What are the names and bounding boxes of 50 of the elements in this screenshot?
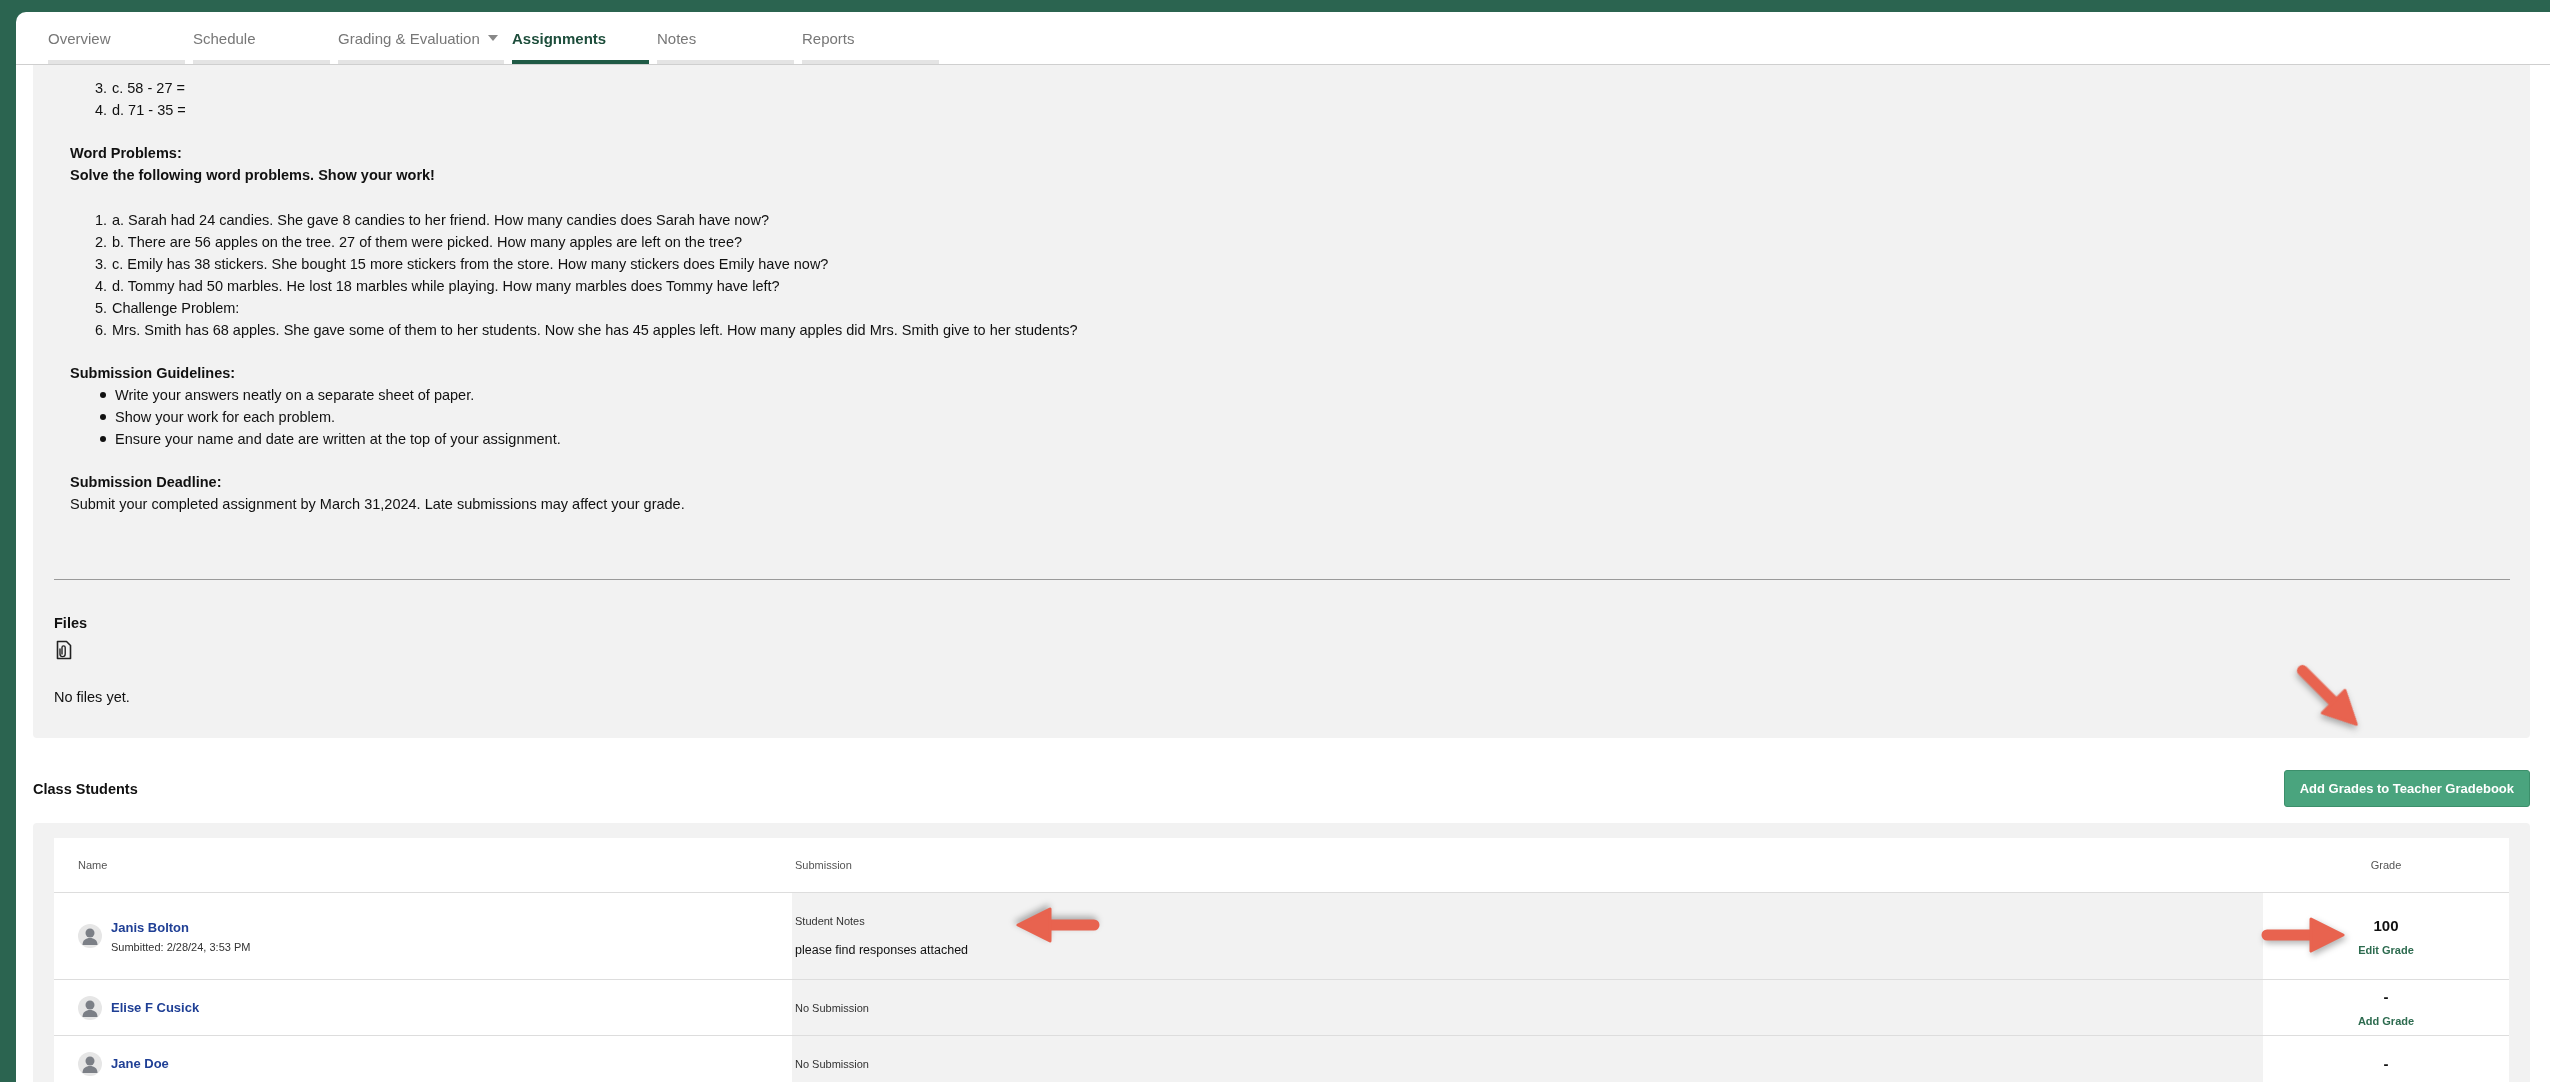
math-problem: c. 58 - 27 = bbox=[112, 79, 185, 98]
instruction-text: Solve the following word problems. Show your work! bbox=[70, 166, 436, 185]
word-problem: Challenge Problem: bbox=[112, 299, 240, 318]
grade-value: - bbox=[2383, 988, 2389, 1005]
word-problem: b. There are 56 apples on the tree. 27 of them were picked. How many apples are left on the tree? bbox=[112, 233, 743, 252]
notes-label: Student Notes bbox=[795, 915, 866, 927]
section-heading: Submission Deadline: bbox=[70, 473, 223, 492]
grade-link[interactable]: Add Grade bbox=[2357, 1015, 2415, 1027]
student-name-link[interactable]: Janis Bolton bbox=[111, 919, 251, 935]
bullet-icon bbox=[100, 414, 106, 420]
math-problem: d. 71 - 35 = bbox=[112, 101, 186, 120]
avatar-icon bbox=[78, 1051, 102, 1076]
word-problem: d. Tommy had 50 marbles. He lost 18 marbles while playing. How many marbles does Tommy have left? bbox=[112, 277, 780, 296]
grade-value: 100 bbox=[2373, 916, 2399, 934]
no-submission-text: No Submission bbox=[795, 1001, 870, 1014]
student-name-link[interactable]: Jane Doe bbox=[111, 1056, 169, 1071]
column-header: Name bbox=[78, 859, 108, 871]
files-heading: Files bbox=[54, 614, 89, 633]
submitted-date: Sumbitted: 2/28/24, 3:53 PM bbox=[111, 940, 251, 953]
column-header: Submission bbox=[795, 859, 852, 871]
section-heading: Submission Guidelines: bbox=[70, 364, 237, 383]
list-number: 3. bbox=[93, 79, 108, 98]
student-note: please find responses attached bbox=[795, 943, 970, 957]
column-header: Grade bbox=[2370, 859, 2402, 871]
avatar-icon bbox=[78, 995, 102, 1020]
list-number: 1. bbox=[93, 211, 108, 230]
attachment-file-icon bbox=[56, 640, 72, 660]
list-number: 4. bbox=[93, 277, 108, 296]
grade-link[interactable]: Edit Grade bbox=[2358, 943, 2414, 956]
word-problem: a. Sarah had 24 candies. She gave 8 candies to her friend. How many candies does Sarah have now? bbox=[112, 211, 769, 230]
bullet-icon bbox=[100, 392, 106, 398]
list-number: 2. bbox=[93, 233, 108, 252]
word-problem: c. Emily has 38 stickers. She bought 15 more stickers from the store. How many stickers does Emily have now? bbox=[112, 255, 829, 274]
section-heading: Word Problems: bbox=[70, 144, 183, 163]
bullet-icon bbox=[100, 436, 106, 442]
guideline-text: Show your work for each problem. bbox=[115, 408, 335, 427]
list-number: 3. bbox=[93, 255, 108, 274]
word-problem: Mrs. Smith has 68 apples. She gave some of them to her students. Now she has 45 apples left. How many apples did Mrs. Smith give to her students? bbox=[112, 321, 1078, 340]
no-submission-text: No Submission bbox=[795, 1057, 870, 1070]
guideline-text: Ensure your name and date are written at the top of your assignment. bbox=[115, 430, 561, 449]
empty-files-text: No files yet. bbox=[54, 688, 131, 707]
student-name-link[interactable]: Elise F Cusick bbox=[111, 1000, 200, 1015]
guideline-text: Write your answers neatly on a separate sheet of paper. bbox=[115, 386, 475, 405]
list-number: 6. bbox=[93, 321, 108, 340]
deadline-text: Submit your completed assignment by March 31,2024. Late submissions may affect your grade. bbox=[70, 495, 686, 514]
list-number: 5. bbox=[93, 299, 108, 318]
list-number: 4. bbox=[93, 101, 108, 120]
section-heading: Class Students bbox=[33, 780, 138, 797]
grade-value: - bbox=[2383, 1055, 2389, 1072]
avatar-icon bbox=[78, 924, 102, 948]
